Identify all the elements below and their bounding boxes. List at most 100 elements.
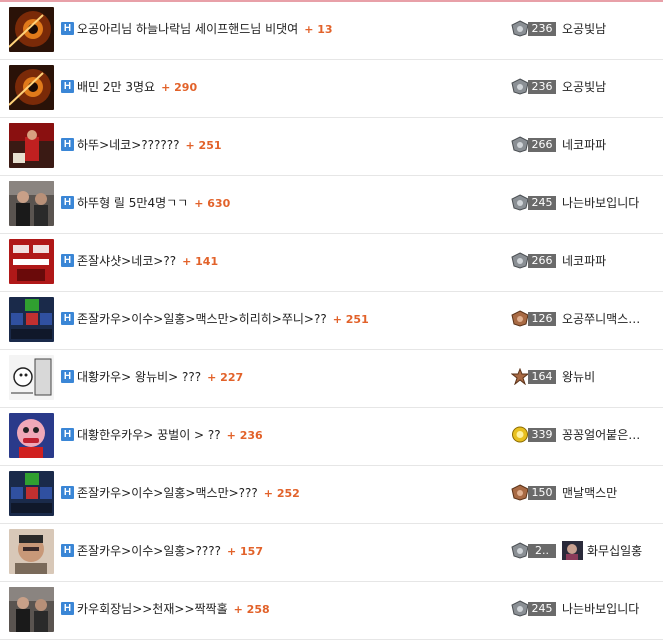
silver-rank-icon [511, 600, 529, 617]
table-row[interactable]: H 존잘샤샷>네코>?? + 141 266 네코파파 [0, 234, 663, 292]
table-row[interactable]: H 하뚜형 릴 5만4명ㄱㄱ + 630 245 나는바보입니다 [0, 176, 663, 234]
comment-count: + 252 [263, 487, 300, 500]
post-title[interactable]: 존잘카우>이수>일홍>맥스만>히리히>쭈니>?? + 251 [77, 310, 369, 327]
table-row[interactable]: H 존잘카우>이수>일홍>맥스만>히리히>쭈니>?? + 251 126 오공쭈니… [0, 292, 663, 350]
thumbnail[interactable] [9, 471, 54, 516]
table-row[interactable]: H 대황카우> 왕뉴비> ??? + 227 164 왕뉴비 [0, 350, 663, 408]
thumbnail[interactable] [9, 123, 54, 168]
comment-count: + 236 [226, 429, 263, 442]
post-title[interactable]: 하뚜>네코>?????? + 251 [77, 136, 222, 153]
post-title[interactable]: 대황한우카우> 꿍벌이 > ?? + 236 [77, 426, 263, 443]
gold-rank-icon [512, 426, 528, 443]
hot-badge-icon: H [61, 428, 74, 441]
level-number: 150 [528, 486, 556, 500]
comment-count: + 251 [185, 139, 222, 152]
thumbnail[interactable] [9, 65, 54, 110]
thumbnail[interactable] [9, 239, 54, 284]
comment-count: + 227 [207, 371, 244, 384]
author-nickname[interactable]: 네코파파 [562, 136, 606, 153]
hot-badge-icon: H [61, 370, 74, 383]
bronze-star-rank-icon [511, 368, 529, 385]
hot-badge-icon: H [61, 80, 74, 93]
level-number: 245 [528, 602, 556, 616]
post-title-text[interactable]: 배민 2만 3명요 [77, 80, 155, 94]
post-title-text[interactable]: 오공아리님 하늘나락님 세이프핸드님 비댓여 [77, 22, 298, 36]
table-row[interactable]: H 오공아리님 하늘나락님 세이프핸드님 비댓여 + 13 236 오공빛남 [0, 2, 663, 60]
hot-badge-icon: H [61, 138, 74, 151]
author-nickname[interactable]: 맨날맥스만 [562, 484, 617, 501]
table-row[interactable]: H 카우회장님>>천재>>짝짝홀 + 258 245 나는바보입니다 [0, 582, 663, 640]
author-nickname[interactable]: 네코파파 [562, 252, 606, 269]
post-title-text[interactable]: 대황카우> 왕뉴비> ??? [77, 370, 201, 384]
comment-count: + 141 [182, 255, 219, 268]
silver-rank-icon [511, 542, 529, 559]
post-title[interactable]: 존잘카우>이수>일홍>???? + 157 [77, 542, 263, 559]
silver-rank-icon [511, 252, 529, 269]
level-number: 2.. [528, 544, 556, 558]
author-nickname[interactable]: 나는바보입니다 [562, 194, 639, 211]
hot-badge-icon: H [61, 486, 74, 499]
level-number: 266 [528, 138, 556, 152]
post-title[interactable]: 존잘카우>이수>일홍>맥스만>??? + 252 [77, 484, 300, 501]
author-nickname[interactable]: 화무십일홍 [587, 542, 642, 559]
comment-count: + 258 [233, 603, 270, 616]
thumbnail[interactable] [9, 297, 54, 342]
table-row[interactable]: H 하뚜>네코>?????? + 251 266 네코파파 [0, 118, 663, 176]
post-title-text[interactable]: 하뚜형 릴 5만4명ㄱㄱ [77, 196, 188, 210]
silver-rank-icon [511, 20, 529, 37]
thumbnail[interactable] [9, 355, 54, 400]
hot-badge-icon: H [61, 312, 74, 325]
comment-count: + 290 [161, 81, 198, 94]
author-nickname[interactable]: 왕뉴비 [562, 368, 595, 385]
silver-rank-icon [511, 78, 529, 95]
hot-badge-icon: H [61, 254, 74, 267]
thumbnail[interactable] [9, 181, 54, 226]
post-list: H 오공아리님 하늘나락님 세이프핸드님 비댓여 + 13 236 오공빛남 H … [0, 2, 663, 640]
post-title-text[interactable]: 존잘샤샷>네코>?? [77, 254, 176, 268]
bronze-rank-icon [511, 484, 529, 501]
hot-badge-icon: H [61, 22, 74, 35]
post-title-text[interactable]: 존잘카우>이수>일홍>???? [77, 544, 221, 558]
post-title[interactable]: 존잘샤샷>네코>?? + 141 [77, 252, 218, 269]
post-title[interactable]: 대황카우> 왕뉴비> ??? + 227 [77, 368, 243, 385]
level-number: 245 [528, 196, 556, 210]
user-avatar[interactable] [562, 541, 583, 560]
post-title[interactable]: 하뚜형 릴 5만4명ㄱㄱ + 630 [77, 194, 230, 211]
hot-badge-icon: H [61, 602, 74, 615]
level-number: 164 [528, 370, 556, 384]
thumbnail[interactable] [9, 529, 54, 574]
hot-badge-icon: H [61, 544, 74, 557]
post-title[interactable]: 카우회장님>>천재>>짝짝홀 + 258 [77, 600, 270, 617]
thumbnail[interactable] [9, 413, 54, 458]
level-number: 266 [528, 254, 556, 268]
author-nickname[interactable]: 꽁꽁얼어붙은… [562, 426, 640, 443]
comment-count: + 157 [226, 545, 263, 558]
level-number: 339 [528, 428, 556, 442]
post-title-text[interactable]: 하뚜>네코>?????? [77, 138, 180, 152]
author-nickname[interactable]: 오공쭈니맥스… [562, 310, 640, 327]
level-number: 236 [528, 80, 556, 94]
comment-count: + 630 [194, 197, 231, 210]
thumbnail[interactable] [9, 587, 54, 632]
level-number: 126 [528, 312, 556, 326]
author-nickname[interactable]: 오공빛남 [562, 20, 606, 37]
table-row[interactable]: H 존잘카우>이수>일홍>맥스만>??? + 252 150 맨날맥스만 [0, 466, 663, 524]
post-title-text[interactable]: 대황한우카우> 꿍벌이 > ?? [77, 428, 221, 442]
table-row[interactable]: H 대황한우카우> 꿍벌이 > ?? + 236 339 꽁꽁얼어붙은… [0, 408, 663, 466]
post-title[interactable]: 오공아리님 하늘나락님 세이프핸드님 비댓여 + 13 [77, 20, 333, 37]
post-title-text[interactable]: 카우회장님>>천재>>짝짝홀 [77, 602, 228, 616]
silver-rank-icon [511, 194, 529, 211]
post-title-text[interactable]: 존잘카우>이수>일홍>맥스만>??? [77, 486, 258, 500]
post-title[interactable]: 배민 2만 3명요 + 290 [77, 78, 197, 95]
bronze-rank-icon [511, 310, 529, 327]
comment-count: + 251 [332, 313, 369, 326]
post-title-text[interactable]: 존잘카우>이수>일홍>맥스만>히리히>쭈니>?? [77, 312, 327, 326]
author-nickname[interactable]: 오공빛남 [562, 78, 606, 95]
comment-count: + 13 [304, 23, 333, 36]
silver-rank-icon [511, 136, 529, 153]
table-row[interactable]: H 배민 2만 3명요 + 290 236 오공빛남 [0, 60, 663, 118]
author-nickname[interactable]: 나는바보입니다 [562, 600, 639, 617]
table-row[interactable]: H 존잘카우>이수>일홍>???? + 157 2.. 화무십일홍 [0, 524, 663, 582]
thumbnail[interactable] [9, 7, 54, 52]
level-number: 236 [528, 22, 556, 36]
